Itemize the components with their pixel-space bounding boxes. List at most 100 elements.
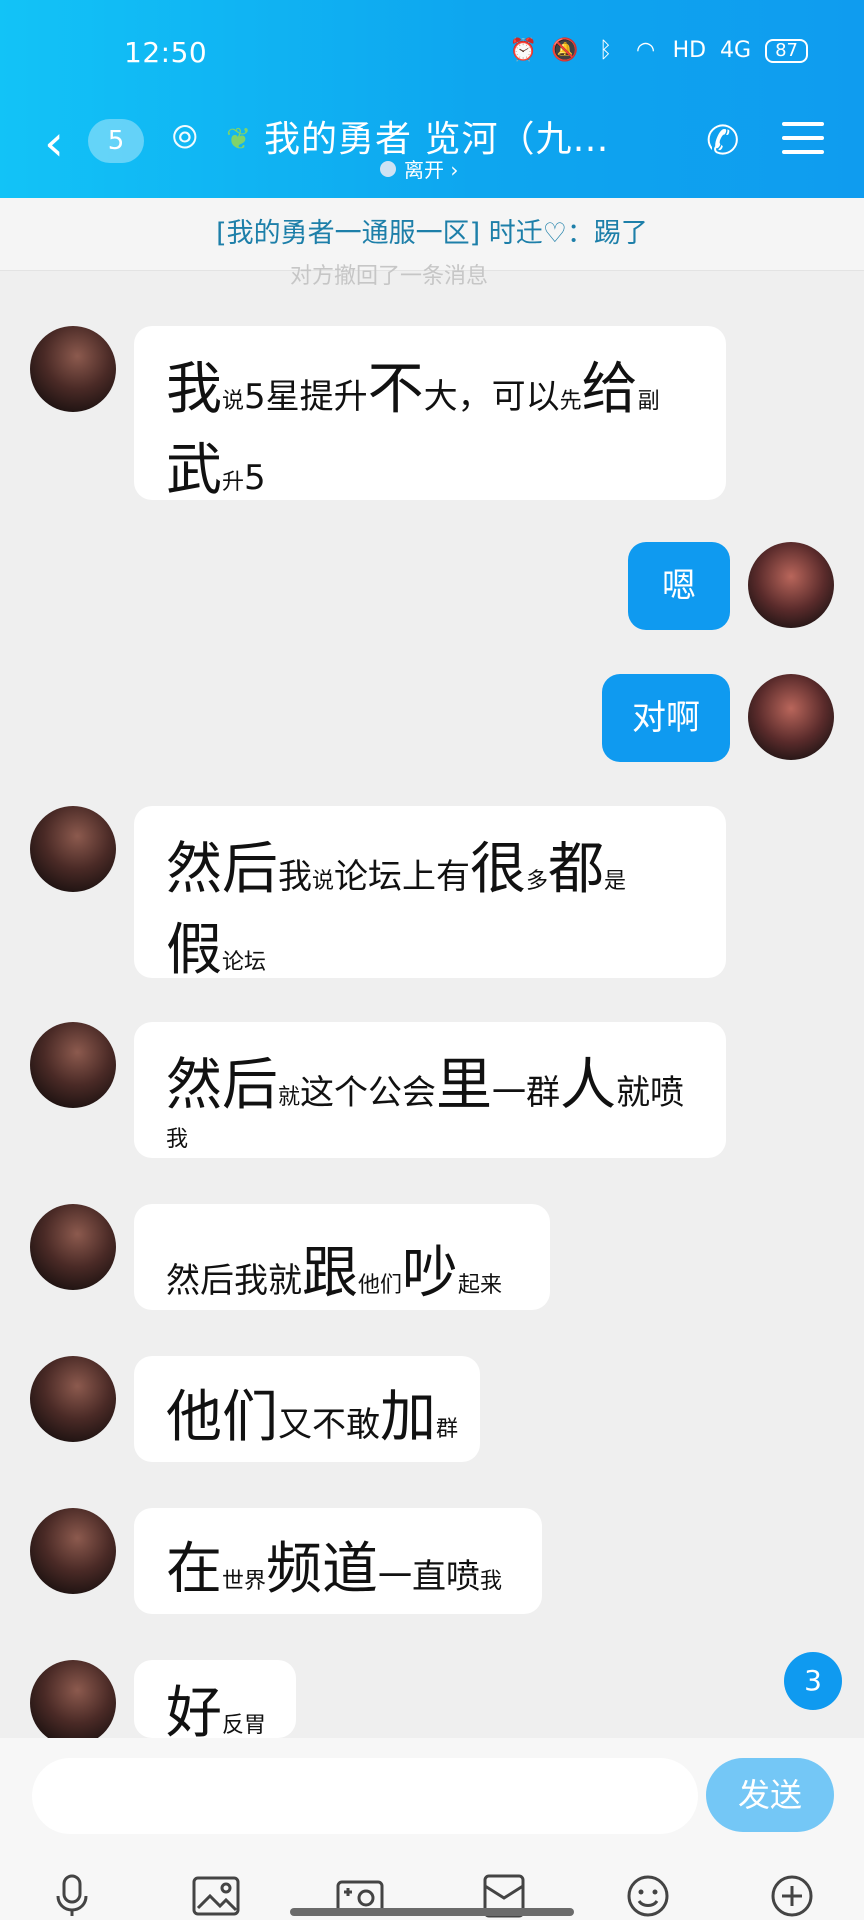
message-text-run: 就 — [278, 1085, 301, 1110]
avatar[interactable] — [30, 806, 116, 892]
avatar[interactable] — [30, 1660, 116, 1746]
message-bubble[interactable]: 我说5星提升不大，可以先给副 武升5 — [134, 326, 726, 503]
menu-icon[interactable] — [782, 122, 824, 164]
message-text-run: 然后 — [166, 837, 278, 902]
mute-icon: 🔕 — [551, 38, 579, 63]
message-line-2: 我 — [166, 1121, 694, 1153]
message-text-run: 论坛 — [222, 950, 267, 975]
image-icon[interactable] — [188, 1872, 244, 1920]
message-text-run: 在 — [166, 1537, 222, 1602]
message-text-run: 一群 — [492, 1073, 561, 1113]
message-text-run: 里 — [436, 1053, 493, 1118]
message-text-run: 说 — [312, 869, 335, 894]
new-message-badge[interactable]: 3 — [784, 1652, 842, 1710]
message-text-run: 就喷 — [616, 1073, 685, 1113]
recalled-message-notice: 对方撤回了一条消息 — [290, 264, 489, 289]
message-text-run: 是 — [604, 869, 627, 894]
message-text-run: 然后 — [166, 1053, 278, 1118]
emoji-icon[interactable] — [620, 1872, 676, 1920]
message-text-run: 升 — [222, 470, 245, 495]
message-text-run: 跟 — [302, 1241, 358, 1306]
message-text-run: 我 — [166, 357, 222, 422]
self-avatar[interactable] — [748, 674, 834, 760]
sprout-icon: ❦ — [226, 122, 252, 157]
message-text-run: 5星提升 — [244, 377, 368, 417]
message-bubble[interactable]: 他们又不敢加群 — [134, 1356, 480, 1462]
message-text-run: 然后我就 — [166, 1261, 302, 1301]
message-text-run: 大，可以 — [423, 377, 560, 417]
unread-count-badge[interactable]: 5 — [88, 119, 144, 163]
status-icons: ⏰ 🔕 ᛒ ◠ HD 4G 87 — [510, 38, 808, 63]
message-line-1: 好反胃 — [166, 1668, 267, 1749]
message-line-1: 在世界频道一直喷我 — [166, 1524, 510, 1605]
presence-dot-icon — [380, 160, 396, 177]
wifi-icon: ◠ — [635, 38, 656, 63]
message-text-run: 又不敢 — [278, 1405, 380, 1445]
avatar[interactable] — [30, 326, 116, 412]
message-text-run: 一直喷 — [378, 1557, 481, 1597]
bluetooth-icon: ᛒ — [598, 38, 613, 63]
message-text-run: 我 — [480, 1569, 503, 1594]
message-bubble[interactable]: 然后我就跟他们吵起来 — [134, 1204, 550, 1310]
message-bubble-self[interactable]: 嗯 — [628, 542, 730, 630]
phone-icon[interactable]: ✆ — [706, 118, 740, 164]
message-text-run: 起来 — [458, 1273, 503, 1298]
microphone-icon[interactable] — [44, 1872, 100, 1920]
message-line-1: 然后我就跟他们吵起来 — [166, 1228, 518, 1309]
message-text-run: 我 — [166, 1127, 189, 1152]
message-input[interactable] — [32, 1758, 698, 1834]
ear-icon[interactable]: ⦾ — [172, 118, 198, 157]
message-line-1: 他们又不敢加群 — [166, 1372, 458, 1453]
presence-status: 离开 › — [380, 154, 458, 183]
message-text-run: 副 — [637, 389, 660, 414]
message-text-run: 5 — [244, 458, 266, 498]
message-text-run: 很 — [470, 837, 527, 902]
message-bubble-self[interactable]: 对啊 — [602, 674, 730, 762]
message-text-run: 给 — [581, 357, 638, 422]
network-label: 4G — [720, 38, 752, 63]
input-bar: 发送 — [0, 1738, 864, 1920]
hd-icon: HD — [672, 38, 707, 63]
message-text-run: 群 — [436, 1417, 459, 1442]
message-bubble[interactable]: 然后我说论坛上有很多都是 假论坛 — [134, 806, 726, 983]
message-text-run: 人 — [560, 1053, 617, 1118]
avatar[interactable] — [30, 1022, 116, 1108]
message-text-run: 先 — [559, 389, 582, 414]
message-bubble[interactable]: 好反胃 — [134, 1660, 296, 1746]
battery-level: 87 — [765, 38, 808, 63]
message-text-run: 假 — [166, 918, 222, 983]
message-text-run: 加 — [380, 1385, 436, 1450]
self-avatar[interactable] — [748, 542, 834, 628]
message-text-run: 都 — [548, 837, 605, 902]
message-text-run: 反胃 — [222, 1713, 267, 1738]
message-text-run: 频道 — [266, 1537, 379, 1602]
send-button[interactable]: 发送 — [706, 1758, 834, 1832]
alarm-icon: ⏰ — [509, 38, 538, 63]
message-text-run: 吵 — [402, 1241, 459, 1306]
presence-label: 离开 › — [404, 158, 459, 182]
message-text-run: 武 — [166, 438, 222, 503]
message-line-2: 武升5 — [166, 425, 694, 506]
message-text-run: 世界 — [222, 1569, 267, 1594]
message-bubble[interactable]: 然后就这个公会里一群人就喷 我 — [134, 1022, 726, 1158]
message-text-run: 多 — [526, 869, 549, 894]
avatar[interactable] — [30, 1204, 116, 1290]
message-line-2: 假论坛 — [166, 905, 694, 986]
message-line-1: 我说5星提升不大，可以先给副 — [166, 344, 694, 425]
plus-icon[interactable] — [764, 1872, 820, 1920]
message-text-run: 论坛上有 — [334, 857, 471, 897]
message-line-1: 然后就这个公会里一群人就喷 — [166, 1040, 694, 1121]
message-text-run: 好 — [166, 1681, 222, 1746]
message-text-run: 他们 — [166, 1385, 278, 1450]
chat-header: 12:50 ⏰ 🔕 ᛒ ◠ HD 4G 87 ‹ 5 ⦾ ❦ 我的勇者 览河（九… — [0, 0, 864, 198]
message-text-run: 他们 — [358, 1273, 403, 1298]
status-time: 12:50 — [124, 36, 208, 69]
avatar[interactable] — [30, 1508, 116, 1594]
message-text-run: 我 — [278, 857, 312, 897]
avatar[interactable] — [30, 1356, 116, 1442]
message-text-run: 不 — [367, 357, 424, 422]
back-icon[interactable]: ‹ — [44, 118, 64, 168]
message-text-run: 这个公会 — [300, 1073, 437, 1113]
home-indicator[interactable] — [290, 1908, 574, 1916]
message-bubble[interactable]: 在世界频道一直喷我 — [134, 1508, 542, 1614]
